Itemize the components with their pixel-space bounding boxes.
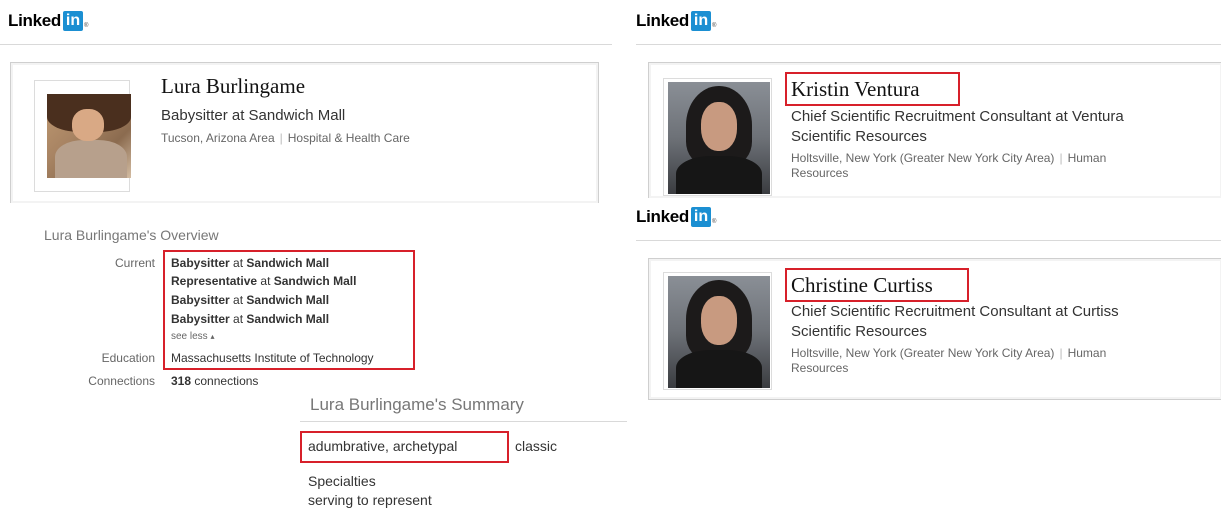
summary-text: classic (515, 438, 558, 454)
overview-title: Lura Burlingame's Overview (44, 227, 219, 243)
profile-photo[interactable] (668, 276, 770, 388)
specialties-label: Specialties (308, 473, 376, 489)
profile-photo[interactable] (668, 82, 770, 194)
profile-headline: Chief Scientific Recruitment Consultant … (791, 303, 1119, 340)
header-divider (0, 44, 612, 45)
profile-location: Tucson, Arizona Area (161, 131, 275, 145)
header-divider (636, 44, 1221, 45)
profile-headline: Chief Scientific Recruitment Consultant … (791, 108, 1124, 145)
summary-title: Lura Burlingame's Summary (310, 395, 524, 414)
summary-divider (300, 421, 627, 422)
profile-industry: Hospital & Health Care (287, 131, 410, 145)
profile-location-industry: Holtsville, New York (Greater New York C… (791, 151, 1107, 180)
profile-photo[interactable] (47, 94, 131, 178)
logo-wordmark: Linked (8, 11, 61, 30)
profile-headline: Babysitter at Sandwich Mall (161, 107, 346, 124)
highlight-box-name (785, 268, 969, 302)
meta-separator: | (279, 131, 283, 145)
logo-in-badge: in (63, 11, 83, 31)
profile-location-industry: Holtsville, New York (Greater New York C… (791, 346, 1107, 375)
header-divider (636, 240, 1221, 241)
profile-location-industry: Tucson, Arizona Area | Hospital & Health C… (161, 131, 410, 146)
connections-label: Connections (88, 374, 155, 388)
highlight-box-name (785, 72, 960, 106)
current-label: Current (114, 256, 155, 270)
highlight-box-summary (300, 431, 509, 463)
profile-name[interactable]: Lura Burlingame (161, 74, 305, 99)
specialties-text: serving to represent (308, 492, 432, 508)
linkedin-logo[interactable]: Linked in ® (636, 10, 716, 32)
highlight-box-overview (163, 250, 415, 370)
connections-value: 318 connections (171, 374, 259, 388)
education-label: Education (101, 351, 155, 365)
linkedin-logo[interactable]: Linked in ® (636, 206, 716, 228)
linkedin-logo[interactable]: Linked in ® (8, 10, 88, 32)
logo-registered-mark: ® (84, 23, 89, 29)
